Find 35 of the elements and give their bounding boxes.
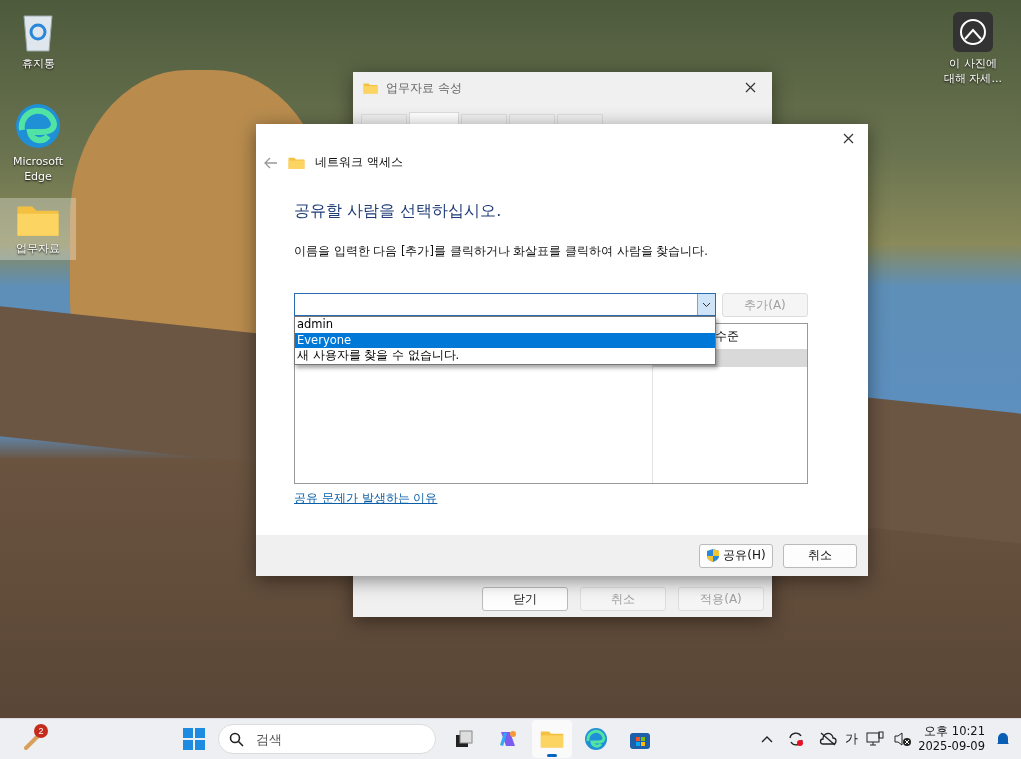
cancel-button[interactable]: 취소 (783, 543, 857, 568)
bell-icon[interactable] (995, 731, 1011, 747)
notification-badge: 2 (34, 724, 48, 738)
cloud-off-icon[interactable] (819, 732, 838, 746)
user-combo-box[interactable] (294, 293, 716, 316)
chevron-up-icon[interactable] (761, 735, 774, 743)
windows-logo-icon (183, 728, 205, 750)
close-icon (745, 82, 756, 93)
network-icon[interactable] (866, 731, 885, 747)
recycle-bin-icon (21, 12, 55, 52)
close-icon (843, 133, 854, 144)
network-folder-icon (288, 155, 305, 170)
desktop-icon[interactable]: 이 사진에 대해 자세... (935, 8, 1011, 90)
image-info-icon (953, 12, 993, 52)
search-icon (229, 731, 244, 747)
desktop-icon[interactable]: 휴지통 (0, 8, 76, 75)
search-input[interactable]: 검색 (254, 730, 374, 748)
desktop-icon[interactable]: Microsoft Edge (0, 98, 76, 188)
shield-icon (706, 548, 721, 563)
speaker-muted-icon[interactable] (894, 731, 913, 747)
dropdown-item[interactable]: 새 사용자를 찾을 수 없습니다. (295, 348, 715, 364)
widgets-button[interactable]: 2 (14, 720, 54, 758)
search-bar[interactable]: 검색 (218, 724, 436, 754)
folder-icon (540, 729, 564, 749)
column-header: 수준 (714, 328, 740, 345)
chevron-down-icon (702, 301, 711, 308)
dialog-button[interactable]: 닫기 (482, 587, 568, 611)
clock[interactable]: 오후 10:21 2025-09-09 (912, 724, 991, 754)
sync-icon[interactable] (787, 730, 806, 748)
back-arrow-icon[interactable] (264, 156, 278, 169)
dropdown-item[interactable]: admin (295, 317, 715, 333)
folder-icon (363, 82, 378, 94)
input-method-indicator[interactable]: 가 (837, 730, 867, 748)
task-view-icon (455, 730, 473, 748)
share-button[interactable]: 공유(H) (699, 543, 773, 568)
